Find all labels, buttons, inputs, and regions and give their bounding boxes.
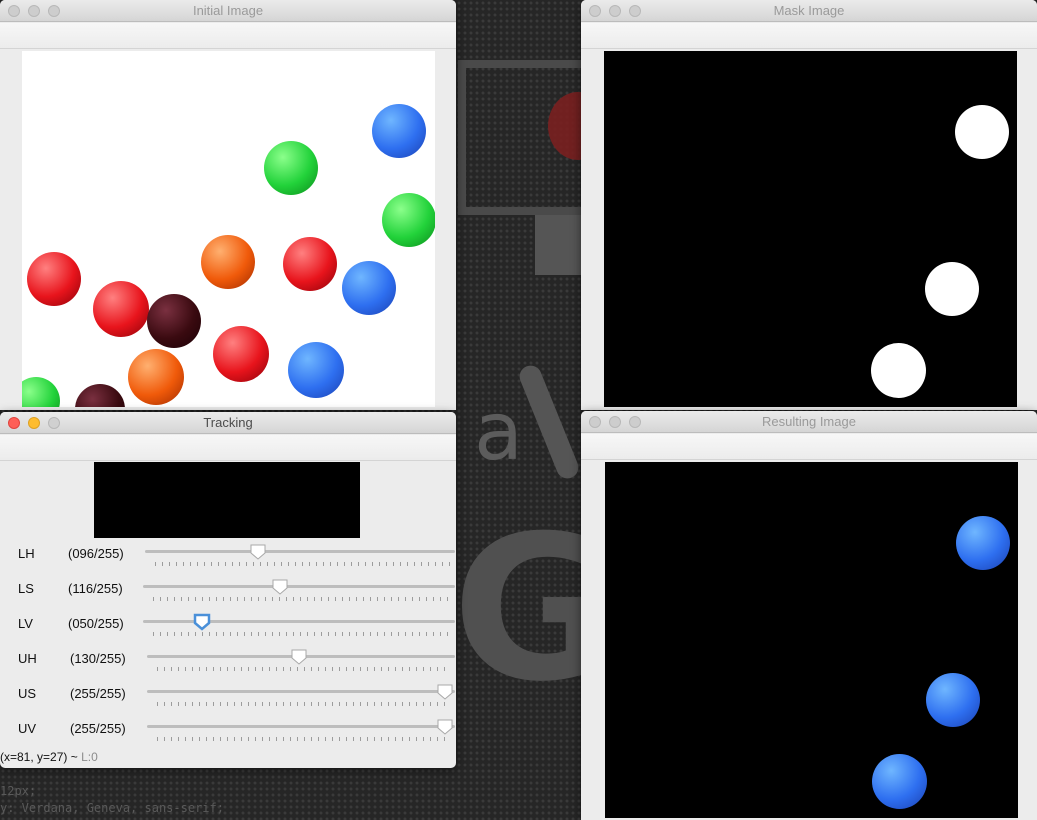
slider-uv-value: (255/255) [70, 721, 126, 736]
window-title: Mask Image [773, 3, 845, 18]
background-slash-shape [516, 362, 582, 482]
slider-us-value: (255/255) [70, 686, 126, 701]
slider-uv-ticks [157, 737, 451, 741]
terminal-line-1: 12px; [0, 784, 37, 798]
minimize-button[interactable] [609, 416, 621, 428]
mask-blob [871, 343, 926, 398]
slider-ls-track[interactable] [143, 585, 455, 588]
slider-lv-value: (050/255) [68, 616, 124, 631]
slider-lh-thumb[interactable] [249, 543, 267, 561]
slider-uh-label: UH [18, 651, 37, 666]
slider-lh-track[interactable] [145, 550, 455, 553]
zoom-button[interactable] [629, 5, 641, 17]
brown-candy [147, 294, 201, 348]
slider-uh-thumb[interactable] [290, 648, 308, 666]
mask-image-canvas[interactable] [604, 51, 1017, 407]
resulting-image-window: Resulting Image [581, 411, 1037, 820]
blue-candy [288, 342, 344, 398]
tracking-window: Tracking LH (096/255) LS (116/255) LV (050/25… [0, 412, 456, 768]
close-button[interactable] [8, 417, 20, 429]
minimize-button[interactable] [28, 417, 40, 429]
tracking-titlebar[interactable]: Tracking [0, 412, 456, 434]
slider-uv-thumb[interactable] [436, 718, 454, 736]
slider-ls-thumb[interactable] [271, 578, 289, 596]
zoom-button[interactable] [48, 5, 60, 17]
brown-candy [75, 384, 125, 407]
slider-ls-value: (116/255) [68, 581, 123, 596]
zoom-button[interactable] [629, 416, 641, 428]
background-letter-a: a [474, 385, 524, 478]
slider-lv-ticks [153, 632, 451, 636]
background-terminal-text: 12px; y: Verdana, Geneva, sans-serif; [0, 783, 224, 817]
red-candy [93, 281, 149, 337]
initial-image-canvas[interactable] [22, 51, 435, 407]
background-grey-block [535, 215, 582, 275]
toolbar [581, 434, 1037, 460]
slider-uv-label: UV [18, 721, 37, 736]
close-button[interactable] [589, 416, 601, 428]
blue-candy [372, 104, 426, 158]
initial-image-window: Initial Image [0, 0, 456, 410]
status-value: L:0 [81, 750, 98, 764]
mask-image-window: Mask Image [581, 0, 1037, 410]
slider-uv-track[interactable] [147, 725, 455, 728]
slider-lv-track[interactable] [143, 620, 455, 623]
red-candy [27, 252, 81, 306]
slider-us-thumb[interactable] [436, 683, 454, 701]
green-candy [264, 141, 318, 195]
mask-image-titlebar[interactable]: Mask Image [581, 0, 1037, 22]
background-grey-frame [458, 60, 582, 215]
toolbar [0, 23, 456, 49]
blue-candy [342, 261, 396, 315]
terminal-line-2: y: Verdana, Geneva, sans-serif; [0, 801, 224, 815]
minimize-button[interactable] [609, 5, 621, 17]
slider-ls-label: LS [18, 581, 34, 596]
slider-lv-thumb[interactable] [193, 613, 211, 631]
red-candy [283, 237, 337, 291]
window-title: Tracking [203, 415, 253, 430]
minimize-button[interactable] [28, 5, 40, 17]
slider-lh-ticks [155, 562, 451, 566]
slider-us-label: US [18, 686, 37, 701]
slider-lh-value: (096/255) [68, 546, 124, 561]
orange-candy [201, 235, 255, 289]
window-title: Initial Image [192, 3, 264, 18]
blue-candy [872, 754, 927, 809]
slider-ls-ticks [153, 597, 451, 601]
slider-us-track[interactable] [147, 690, 455, 693]
close-button[interactable] [8, 5, 20, 17]
window-title: Resulting Image [762, 414, 856, 429]
green-candy [382, 193, 435, 247]
slider-lv-label: LV [18, 616, 33, 631]
toolbar [581, 23, 1037, 49]
toolbar [0, 435, 456, 461]
slider-uh-ticks [157, 667, 451, 671]
initial-image-titlebar[interactable]: Initial Image [0, 0, 456, 22]
mask-blob [925, 262, 979, 316]
zoom-button[interactable] [48, 417, 60, 429]
close-button[interactable] [589, 5, 601, 17]
status-bar: (x=81, y=27) ~ L:0 [0, 750, 98, 764]
tracking-preview [94, 462, 360, 538]
blue-candy [956, 516, 1010, 570]
mask-blob [955, 105, 1009, 159]
status-coordinates: (x=81, y=27) ~ [0, 750, 78, 764]
resulting-image-titlebar[interactable]: Resulting Image [581, 411, 1037, 433]
slider-lh-label: LH [18, 546, 35, 561]
red-candy [213, 326, 269, 382]
slider-uh-value: (130/255) [70, 651, 126, 666]
resulting-image-canvas[interactable] [605, 462, 1018, 818]
green-candy [22, 377, 60, 407]
blue-candy [926, 673, 980, 727]
orange-candy [128, 349, 184, 405]
slider-us-ticks [157, 702, 451, 706]
